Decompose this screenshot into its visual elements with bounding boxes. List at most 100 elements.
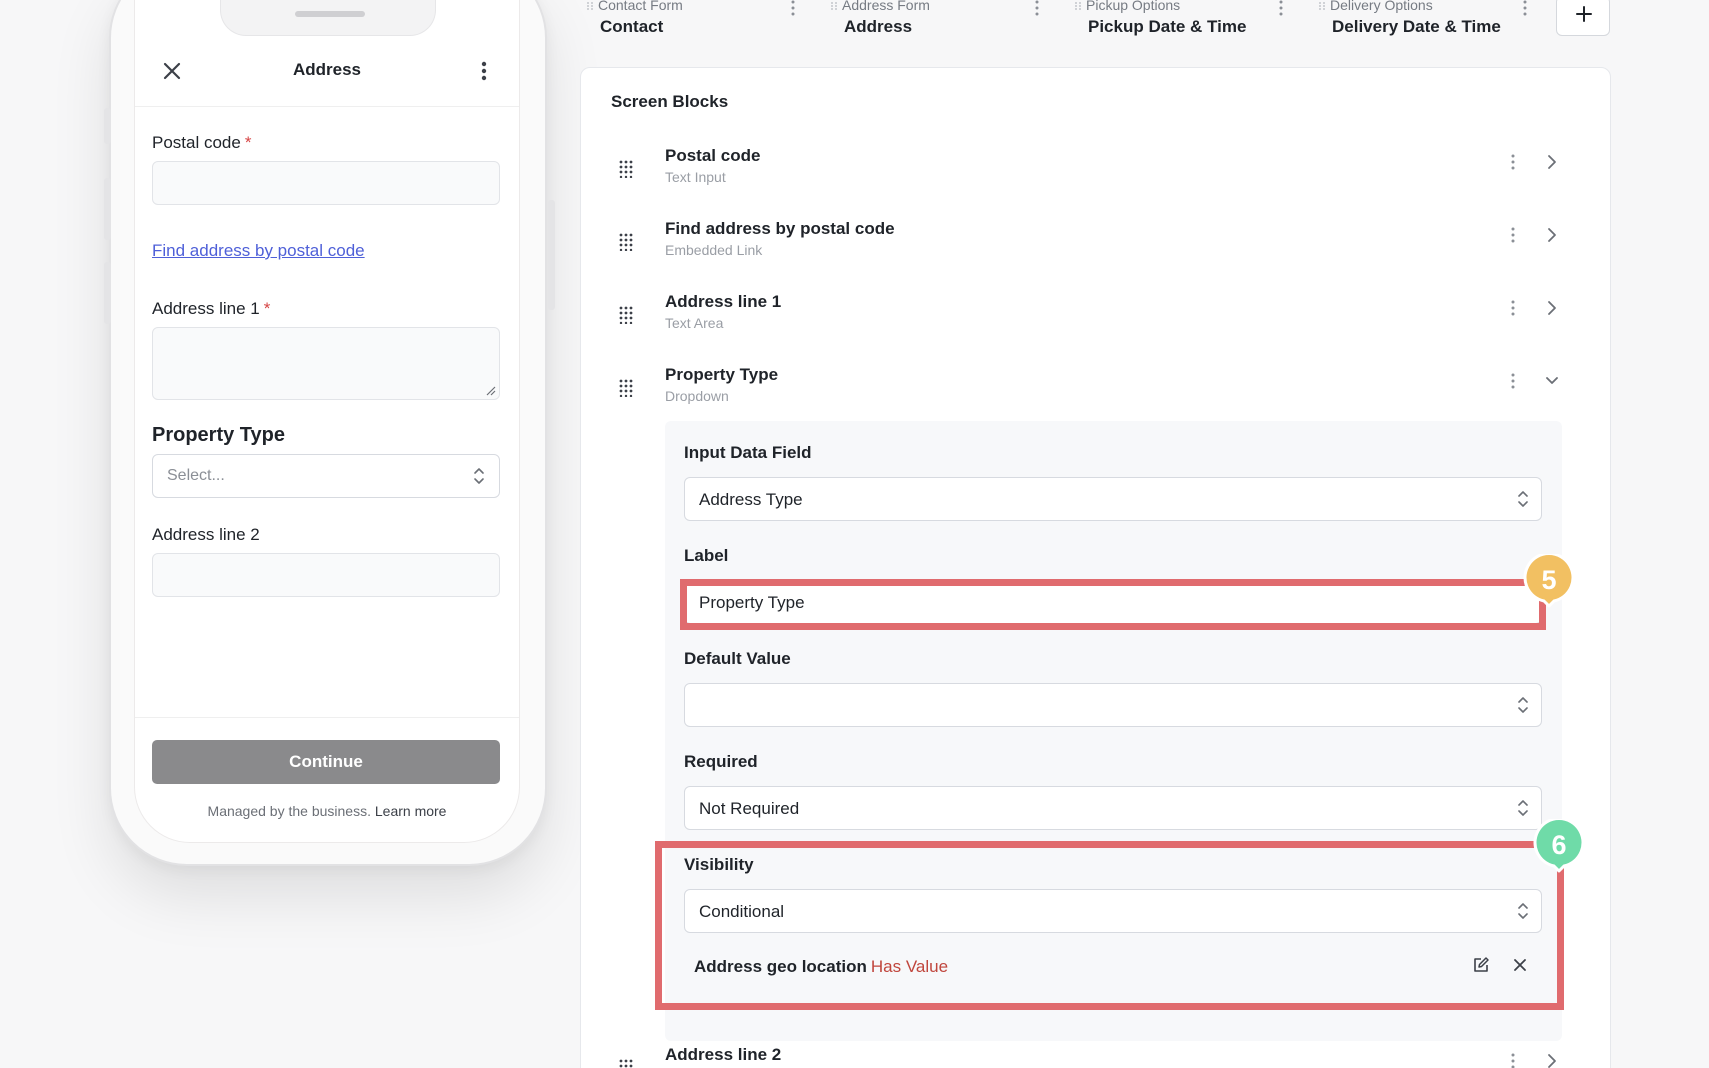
- default-value-select[interactable]: [684, 683, 1542, 727]
- step-name: Delivery Date & Time: [1332, 17, 1501, 36]
- block-row-property-type[interactable]: Property Type Dropdown: [581, 363, 1610, 423]
- required-select[interactable]: Not Required: [684, 786, 1542, 830]
- phone-notch: [220, 0, 436, 36]
- input-data-field-label: Input Data Field: [684, 443, 812, 462]
- managed-text: Managed by the business.: [207, 803, 371, 819]
- drag-handle-icon[interactable]: [619, 379, 633, 397]
- screen-blocks-card: Screen Blocks Postal code Text Input Fin…: [580, 67, 1611, 1068]
- chevron-right-icon[interactable]: [1544, 299, 1560, 317]
- label-input-value: Property Type: [699, 593, 805, 612]
- annotation-badge-6: 6: [1530, 817, 1588, 877]
- continue-button[interactable]: Continue: [152, 740, 500, 784]
- more-vertical-icon[interactable]: [479, 58, 489, 84]
- drag-handle-icon[interactable]: [619, 1059, 633, 1068]
- more-vertical-icon[interactable]: [1522, 0, 1528, 16]
- required-mark: *: [263, 299, 271, 318]
- step-caption-text: Address Form: [842, 0, 930, 13]
- more-vertical-icon[interactable]: [1510, 227, 1516, 243]
- drag-grip-icon: [1075, 2, 1081, 11]
- chevron-right-icon[interactable]: [1544, 226, 1560, 244]
- property-type-select[interactable]: Select...: [152, 454, 500, 498]
- resize-handle-icon[interactable]: [486, 386, 496, 396]
- select-chevrons-icon: [1518, 800, 1528, 816]
- phone-side-button: [104, 178, 111, 240]
- step-caption: Pickup Options: [1074, 0, 1180, 13]
- drag-grip-icon: [831, 2, 837, 11]
- more-vertical-icon[interactable]: [1034, 0, 1040, 16]
- select-chevrons-icon: [1518, 903, 1528, 919]
- address-line1-textarea[interactable]: [152, 327, 500, 400]
- block-title: Property Type: [665, 365, 779, 384]
- default-value-label: Default Value: [684, 649, 791, 668]
- chevron-down-icon[interactable]: [1544, 372, 1560, 390]
- phone-footer: Continue Managed by the business. Learn …: [135, 717, 519, 842]
- step-tab-delivery[interactable]: Delivery Options Delivery Date & Time: [1318, 0, 1548, 42]
- property-type-label: Property Type: [152, 424, 285, 446]
- condition-text: Address geo location Has Value: [694, 957, 948, 977]
- plus-icon: [1576, 6, 1592, 22]
- address-line1-label-text: Address line 1: [152, 299, 260, 318]
- required-value: Not Required: [699, 799, 800, 818]
- step-tab-contact[interactable]: Contact Form Contact: [586, 0, 816, 42]
- select-chevrons-icon: [474, 468, 484, 484]
- address-line2-input[interactable]: [152, 553, 500, 597]
- phone-side-button: [104, 262, 111, 324]
- property-type-settings-panel: Input Data Field Address Type Label Prop…: [665, 421, 1562, 1041]
- postal-code-label: Postal code *: [152, 133, 251, 153]
- address-line1-label: Address line 1 *: [152, 299, 270, 319]
- step-tab-address[interactable]: Address Form Address: [830, 0, 1060, 42]
- step-tab-pickup[interactable]: Pickup Options Pickup Date & Time: [1074, 0, 1304, 42]
- visibility-select[interactable]: Conditional: [684, 889, 1542, 933]
- more-vertical-icon[interactable]: [1278, 0, 1284, 16]
- annotation-badge-5: 5: [1520, 552, 1578, 612]
- property-type-placeholder: Select...: [167, 467, 225, 484]
- badge-number: 6: [1551, 830, 1567, 860]
- block-row-address-line1[interactable]: Address line 1 Text Area: [581, 290, 1610, 350]
- block-row-postal-code[interactable]: Postal code Text Input: [581, 144, 1610, 204]
- drag-handle-icon[interactable]: [619, 233, 633, 251]
- chevron-right-icon[interactable]: [1544, 153, 1560, 171]
- more-vertical-icon[interactable]: [1510, 373, 1516, 389]
- more-vertical-icon[interactable]: [1510, 154, 1516, 170]
- drag-handle-icon[interactable]: [619, 306, 633, 324]
- find-address-link[interactable]: Find address by postal code: [152, 241, 365, 261]
- block-title: Postal code: [665, 146, 761, 165]
- drag-handle-icon[interactable]: [619, 160, 633, 178]
- step-caption-text: Contact Form: [598, 0, 683, 13]
- more-vertical-icon[interactable]: [1510, 1053, 1516, 1068]
- more-vertical-icon[interactable]: [1510, 300, 1516, 316]
- step-caption: Contact Form: [586, 0, 683, 13]
- phone-title: Address: [292, 60, 362, 79]
- block-title: Address line 1: [665, 292, 782, 311]
- select-chevrons-icon: [1518, 491, 1528, 507]
- phone-side-button: [548, 200, 555, 310]
- edit-icon[interactable]: [1472, 956, 1490, 974]
- address-line2-label: Address line 2: [152, 525, 260, 544]
- condition-operator: Has Value: [870, 957, 949, 976]
- postal-code-input[interactable]: [152, 161, 500, 205]
- label-field-label: Label: [684, 546, 729, 565]
- block-title: Address line 2: [665, 1045, 782, 1064]
- step-caption-text: Delivery Options: [1330, 0, 1433, 13]
- screen-blocks-title: Screen Blocks: [611, 92, 729, 111]
- step-name: Pickup Date & Time: [1088, 17, 1247, 36]
- label-input[interactable]: Property Type: [684, 580, 1542, 624]
- more-vertical-icon[interactable]: [790, 0, 796, 16]
- postal-code-label-text: Postal code: [152, 133, 241, 152]
- step-caption-text: Pickup Options: [1086, 0, 1181, 13]
- close-icon[interactable]: [1512, 957, 1528, 973]
- step-caption: Address Form: [830, 0, 930, 13]
- block-row-find-address[interactable]: Find address by postal code Embedded Lin…: [581, 217, 1610, 277]
- phone-side-button: [104, 108, 111, 144]
- block-row-address-line2[interactable]: Address line 2: [581, 1043, 1610, 1068]
- input-data-field-select[interactable]: Address Type: [684, 477, 1542, 521]
- learn-more-link[interactable]: Learn more: [375, 803, 447, 819]
- phone-header: Address: [135, 40, 519, 107]
- chevron-right-icon[interactable]: [1544, 1052, 1560, 1068]
- visibility-value: Conditional: [699, 902, 785, 921]
- block-title: Find address by postal code: [665, 219, 895, 238]
- block-type: Text Input: [665, 169, 726, 185]
- input-data-field-value: Address Type: [699, 490, 803, 509]
- block-type: Dropdown: [665, 388, 729, 404]
- add-step-button[interactable]: [1556, 0, 1610, 36]
